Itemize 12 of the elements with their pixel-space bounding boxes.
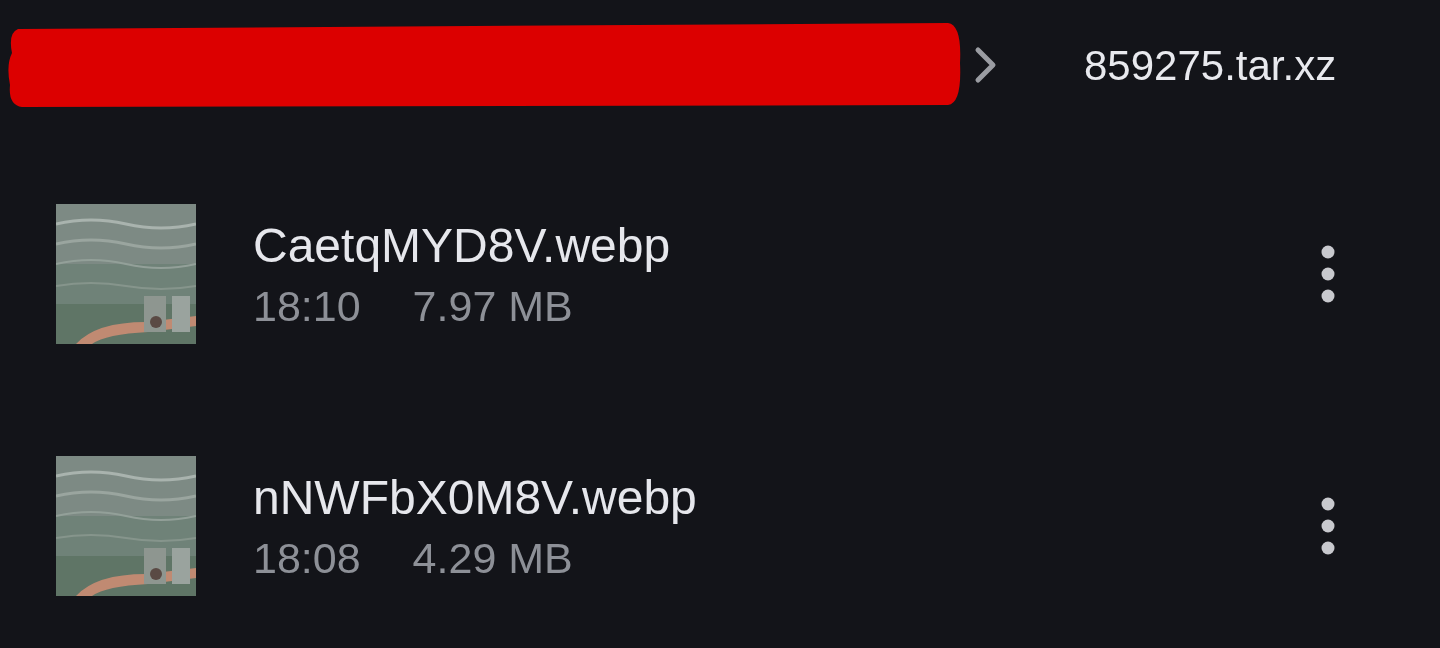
file-size: 4.29 MB [412,533,573,584]
file-name: nNWFbX0M8V.webp [253,470,698,526]
file-time: 18:08 [253,533,361,584]
file-time: 18:10 [253,281,361,332]
breadcrumb-current[interactable]: 859275.tar.xz [1084,33,1337,97]
file-row[interactable]: CaetqMYD8V.webp 18:10 7.97 MB [0,204,1440,344]
more-options-icon[interactable] [1321,497,1335,555]
more-options-icon[interactable] [1321,245,1335,303]
file-row[interactable]: nNWFbX0M8V.webp 18:08 4.29 MB [0,456,1440,596]
file-name: CaetqMYD8V.webp [253,218,672,274]
file-size: 7.97 MB [412,281,573,332]
chevron-right-icon [974,46,998,84]
